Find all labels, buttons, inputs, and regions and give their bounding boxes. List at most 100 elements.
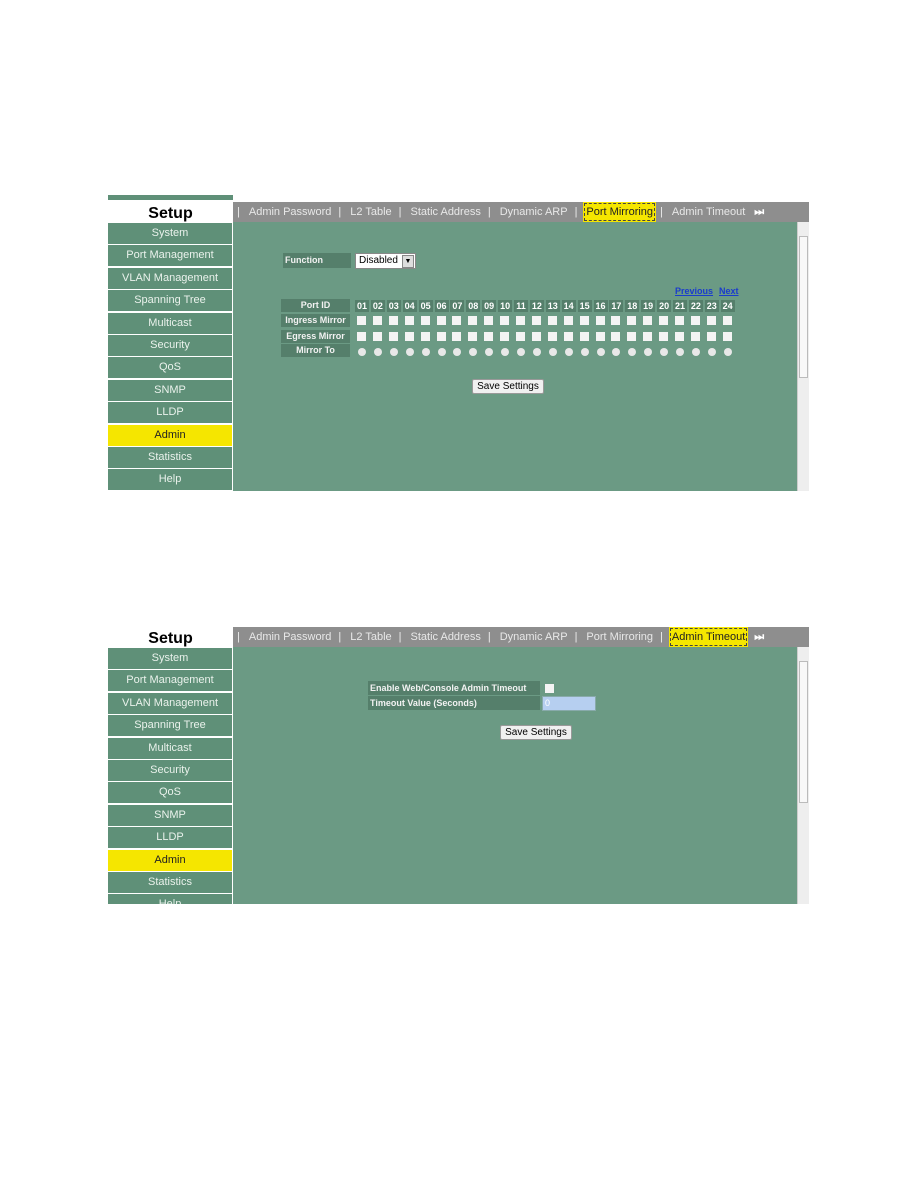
tab-l2-table[interactable]: L2 Table: [347, 202, 394, 222]
ingress-mirror-checkbox[interactable]: [484, 316, 494, 325]
mirror-to-radio[interactable]: [644, 348, 653, 356]
ingress-mirror-checkbox[interactable]: [643, 316, 653, 325]
sidebar-item-spanning-tree[interactable]: Spanning Tree: [108, 290, 233, 312]
ingress-mirror-checkbox[interactable]: [404, 316, 414, 325]
mirror-to-radio[interactable]: [723, 348, 732, 356]
tab-admin-password[interactable]: Admin Password: [246, 202, 335, 222]
sidebar-item-multicast[interactable]: Multicast: [108, 312, 233, 334]
fast-forward-icon[interactable]: ⏭: [754, 206, 764, 218]
mirror-to-radio[interactable]: [660, 348, 669, 356]
sidebar-item-admin[interactable]: Admin: [108, 424, 233, 446]
sidebar-item-system[interactable]: System: [108, 223, 233, 244]
scrollbar-thumb[interactable]: [799, 236, 808, 378]
sidebar-item-security[interactable]: Security: [108, 334, 233, 356]
ingress-mirror-checkbox[interactable]: [690, 316, 700, 325]
egress-mirror-checkbox[interactable]: [357, 332, 366, 341]
egress-mirror-checkbox[interactable]: [388, 332, 398, 341]
egress-mirror-checkbox[interactable]: [643, 332, 653, 341]
mirror-to-radio[interactable]: [373, 348, 382, 356]
mirror-to-radio[interactable]: [389, 348, 398, 356]
mirror-to-radio[interactable]: [564, 348, 573, 356]
ingress-mirror-checkbox[interactable]: [500, 316, 510, 325]
sidebar-item-qos[interactable]: QoS: [108, 357, 233, 379]
egress-mirror-checkbox[interactable]: [595, 332, 605, 341]
egress-mirror-checkbox[interactable]: [627, 332, 637, 341]
sidebar-item-port-management[interactable]: Port Management: [108, 670, 233, 692]
sidebar-item-admin[interactable]: Admin: [108, 849, 233, 871]
mirror-to-radio[interactable]: [437, 348, 446, 356]
egress-mirror-checkbox[interactable]: [547, 332, 557, 341]
ingress-mirror-checkbox[interactable]: [611, 316, 621, 325]
sidebar-item-snmp[interactable]: SNMP: [108, 379, 233, 401]
tab-static-address[interactable]: Static Address: [408, 202, 484, 222]
egress-mirror-checkbox[interactable]: [531, 332, 541, 341]
sidebar-item-system[interactable]: System: [108, 648, 233, 669]
egress-mirror-checkbox[interactable]: [484, 332, 494, 341]
egress-mirror-checkbox[interactable]: [404, 332, 414, 341]
ingress-mirror-checkbox[interactable]: [595, 316, 605, 325]
ingress-mirror-checkbox[interactable]: [372, 316, 382, 325]
ingress-mirror-checkbox[interactable]: [706, 316, 716, 325]
egress-mirror-checkbox[interactable]: [675, 332, 684, 341]
sidebar-item-statistics[interactable]: Statistics: [108, 871, 233, 893]
ingress-mirror-checkbox[interactable]: [659, 316, 669, 325]
egress-mirror-checkbox[interactable]: [468, 332, 478, 341]
tab-dynamic-arp[interactable]: Dynamic ARP: [497, 202, 571, 222]
mirror-to-radio[interactable]: [421, 348, 430, 356]
sidebar-item-multicast[interactable]: Multicast: [108, 737, 233, 759]
tab-dynamic-arp[interactable]: Dynamic ARP: [497, 627, 571, 647]
mirror-to-radio[interactable]: [469, 348, 478, 356]
ingress-mirror-checkbox[interactable]: [420, 316, 430, 325]
ingress-mirror-checkbox[interactable]: [563, 316, 573, 325]
ingress-mirror-checkbox[interactable]: [722, 316, 732, 325]
mirror-to-radio[interactable]: [453, 348, 462, 356]
ingress-mirror-checkbox[interactable]: [627, 316, 637, 325]
tab-admin-password[interactable]: Admin Password: [246, 627, 335, 647]
mirror-to-radio[interactable]: [485, 348, 494, 356]
sidebar-item-lldp[interactable]: LLDP: [108, 827, 233, 849]
egress-mirror-checkbox[interactable]: [516, 332, 525, 341]
egress-mirror-checkbox[interactable]: [500, 332, 510, 341]
mirror-to-radio[interactable]: [517, 348, 525, 356]
mirror-to-radio[interactable]: [580, 348, 589, 356]
ingress-mirror-checkbox[interactable]: [452, 316, 462, 325]
egress-mirror-checkbox[interactable]: [452, 332, 462, 341]
mirror-to-radio[interactable]: [532, 348, 541, 356]
chevron-down-icon[interactable]: ▼: [402, 255, 414, 268]
fast-forward-icon[interactable]: ⏭: [754, 631, 764, 643]
egress-mirror-checkbox[interactable]: [436, 332, 446, 341]
tab-admin-timeout[interactable]: Admin Timeout: [668, 627, 749, 647]
sidebar-item-vlan-management[interactable]: VLAN Management: [108, 692, 233, 714]
sidebar-item-port-management[interactable]: Port Management: [108, 245, 233, 267]
ingress-mirror-checkbox[interactable]: [579, 316, 589, 325]
tab-port-mirroring[interactable]: Port Mirroring: [583, 202, 657, 222]
sidebar-item-help[interactable]: Help: [108, 894, 233, 904]
mirror-to-radio[interactable]: [548, 348, 557, 356]
mirror-to-radio[interactable]: [405, 348, 414, 356]
sidebar-item-statistics[interactable]: Statistics: [108, 446, 233, 468]
egress-mirror-checkbox[interactable]: [563, 332, 573, 341]
mirror-to-radio[interactable]: [676, 348, 684, 356]
ingress-mirror-checkbox[interactable]: [468, 316, 478, 325]
egress-mirror-checkbox[interactable]: [372, 332, 382, 341]
egress-mirror-checkbox[interactable]: [420, 332, 430, 341]
function-select[interactable]: Disabled ▼: [355, 253, 416, 269]
ingress-mirror-checkbox[interactable]: [547, 316, 557, 325]
save-settings-button[interactable]: Save Settings: [472, 379, 544, 394]
mirror-to-radio[interactable]: [707, 348, 716, 356]
egress-mirror-checkbox[interactable]: [659, 332, 669, 341]
mirror-to-radio[interactable]: [501, 348, 510, 356]
egress-mirror-checkbox[interactable]: [722, 332, 732, 341]
sidebar-item-spanning-tree[interactable]: Spanning Tree: [108, 715, 233, 737]
ingress-mirror-checkbox[interactable]: [516, 316, 525, 325]
ingress-mirror-checkbox[interactable]: [357, 316, 366, 325]
egress-mirror-checkbox[interactable]: [690, 332, 700, 341]
previous-link[interactable]: Previous: [675, 286, 713, 296]
ingress-mirror-checkbox[interactable]: [531, 316, 541, 325]
egress-mirror-checkbox[interactable]: [706, 332, 716, 341]
scrollbar-thumb[interactable]: [799, 661, 808, 803]
sidebar-item-help[interactable]: Help: [108, 469, 233, 491]
sidebar-item-vlan-management[interactable]: VLAN Management: [108, 267, 233, 289]
save-settings-button[interactable]: Save Settings: [500, 725, 572, 740]
egress-mirror-checkbox[interactable]: [611, 332, 621, 341]
